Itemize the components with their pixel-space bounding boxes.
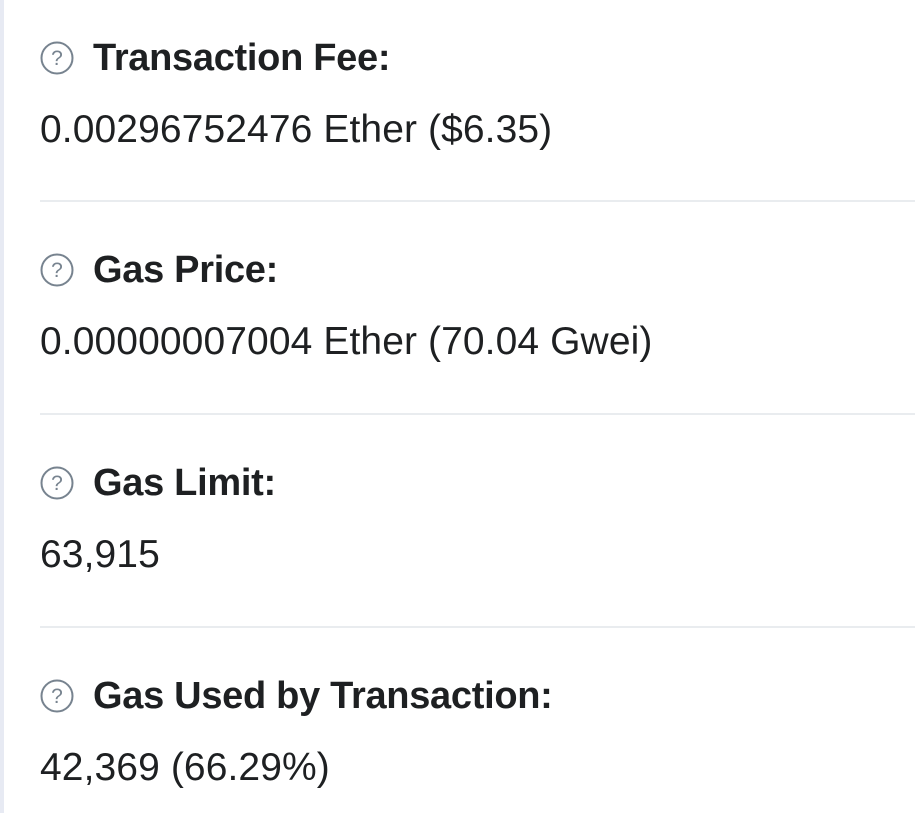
divider	[40, 200, 915, 202]
divider	[40, 413, 915, 415]
svg-text:?: ?	[51, 685, 63, 708]
gas-limit-row: ? Gas Limit: 63,915	[40, 461, 915, 577]
transaction-fee-row: ? Transaction Fee: 0.00296752476 Ether (…	[40, 36, 915, 152]
gas-price-label: Gas Price:	[93, 248, 278, 291]
question-circle-icon[interactable]: ?	[40, 679, 74, 713]
divider	[40, 626, 915, 628]
gas-used-row: ? Gas Used by Transaction: 42,369 (66.29…	[40, 674, 915, 790]
gas-limit-label: Gas Limit:	[93, 461, 276, 504]
gas-price-row: ? Gas Price: 0.00000007004 Ether (70.04 …	[40, 248, 915, 364]
question-circle-icon[interactable]: ?	[40, 253, 74, 287]
svg-text:?: ?	[51, 472, 63, 495]
gas-price-value: 0.00000007004 Ether (70.04 Gwei)	[40, 320, 653, 363]
gas-used-label: Gas Used by Transaction:	[93, 674, 553, 717]
gas-limit-value: 63,915	[40, 533, 160, 576]
transaction-fee-label: Transaction Fee:	[93, 36, 391, 79]
svg-text:?: ?	[51, 259, 63, 282]
transaction-details-panel: ? Transaction Fee: 0.00296752476 Ether (…	[0, 0, 915, 813]
gas-used-value: 42,369 (66.29%)	[40, 746, 330, 789]
question-circle-icon[interactable]: ?	[40, 466, 74, 500]
svg-text:?: ?	[51, 47, 63, 70]
question-circle-icon[interactable]: ?	[40, 41, 74, 75]
transaction-fee-value: 0.00296752476 Ether ($6.35)	[40, 108, 553, 151]
